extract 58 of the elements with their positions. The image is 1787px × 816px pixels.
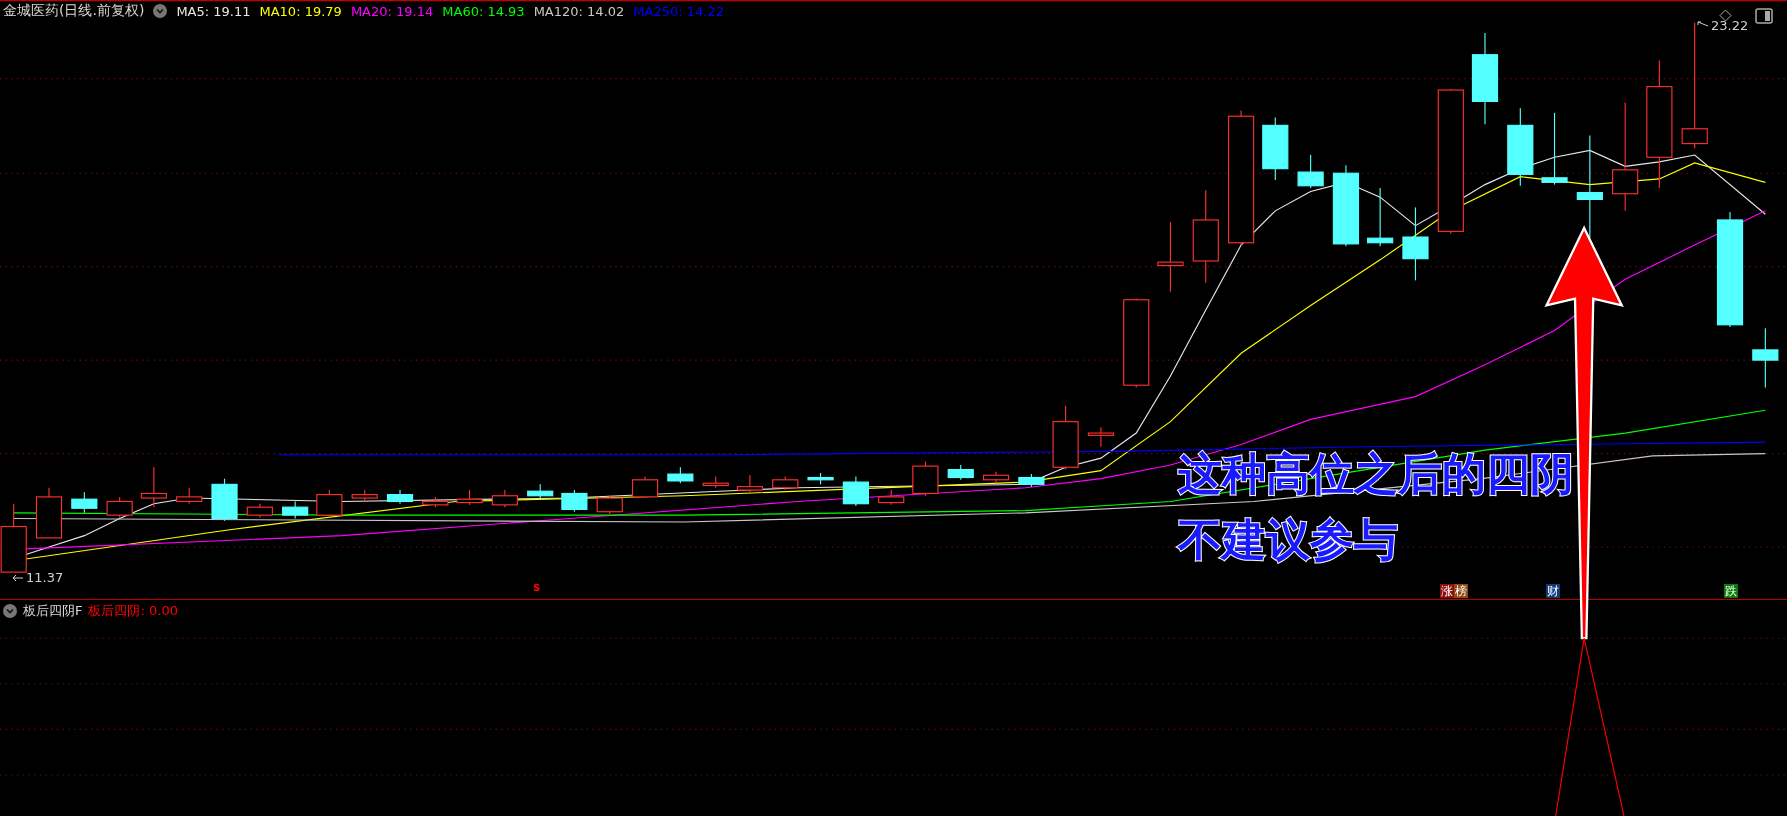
candlestick: [1367, 187, 1394, 247]
dropdown-icon[interactable]: [3, 604, 17, 618]
event-marker: 榜: [1454, 584, 1468, 598]
event-marker: 跌: [1724, 584, 1738, 598]
candlestick: [947, 464, 974, 481]
ma-reading: MA250: 14.22: [633, 3, 724, 19]
candlestick: [456, 489, 483, 506]
candlestick: [71, 491, 98, 514]
candlestick: [422, 496, 449, 508]
ma-reading: MA120: 14.02: [533, 3, 625, 19]
candlestick: [106, 496, 133, 518]
event-marker: 涨: [1440, 584, 1454, 598]
candlestick: [912, 461, 939, 497]
high-price-label: 23.22: [1711, 18, 1749, 33]
pointer-icon: [12, 572, 24, 583]
candlestick: [211, 478, 238, 522]
candlestick: [1157, 221, 1184, 293]
candlestick: [1087, 426, 1115, 448]
panel-toggle-icon[interactable]: [1755, 8, 1773, 24]
candlestick: [772, 475, 799, 491]
candlestick: [386, 489, 414, 505]
dropdown-icon[interactable]: [153, 4, 168, 18]
ma-reading: MA20: 19.14: [350, 3, 434, 19]
candlestick: [667, 466, 694, 484]
candlestick: [35, 487, 63, 539]
ma-reading: MA10: 19.79: [259, 3, 342, 19]
candlestick: [982, 471, 1010, 484]
indicator-name: 板后四阴F: [23, 602, 83, 620]
candlestick: [246, 503, 273, 518]
candlestick: [807, 472, 834, 485]
candlestick: [316, 489, 343, 517]
candlestick: [1262, 116, 1289, 181]
candlestick: [1752, 327, 1779, 389]
ma-reading: MA5: 19.11: [176, 3, 251, 19]
event-marker: s: [532, 580, 542, 594]
candlestick: [1297, 154, 1324, 189]
low-price-label: 11.37: [26, 570, 64, 585]
candlestick: [1018, 473, 1045, 488]
diamond-icon[interactable]: [1719, 9, 1732, 22]
candlestick: [491, 489, 518, 508]
candlestick: [596, 495, 623, 515]
candlestick: [842, 475, 869, 507]
candlestick: [176, 487, 203, 505]
ma-reading: MA60: 14.93: [442, 3, 525, 19]
candlestick: [631, 475, 659, 499]
event-marker: 财: [1546, 584, 1560, 598]
stock-title: 金城医药(日线.前复权): [3, 2, 145, 20]
candlestick: [282, 500, 309, 520]
candlestick: [561, 489, 588, 513]
candlestick: [736, 474, 763, 493]
candlestick: [527, 483, 554, 499]
annotation-text: 不建议参与: [1178, 513, 1398, 567]
candlestick: [351, 489, 378, 502]
candlestick: [1052, 405, 1079, 471]
candlestick: [140, 466, 167, 508]
candlestick: [702, 475, 729, 489]
indicator-reading: 板后四阴: 0.00: [88, 602, 178, 620]
candlestick: [878, 489, 905, 506]
